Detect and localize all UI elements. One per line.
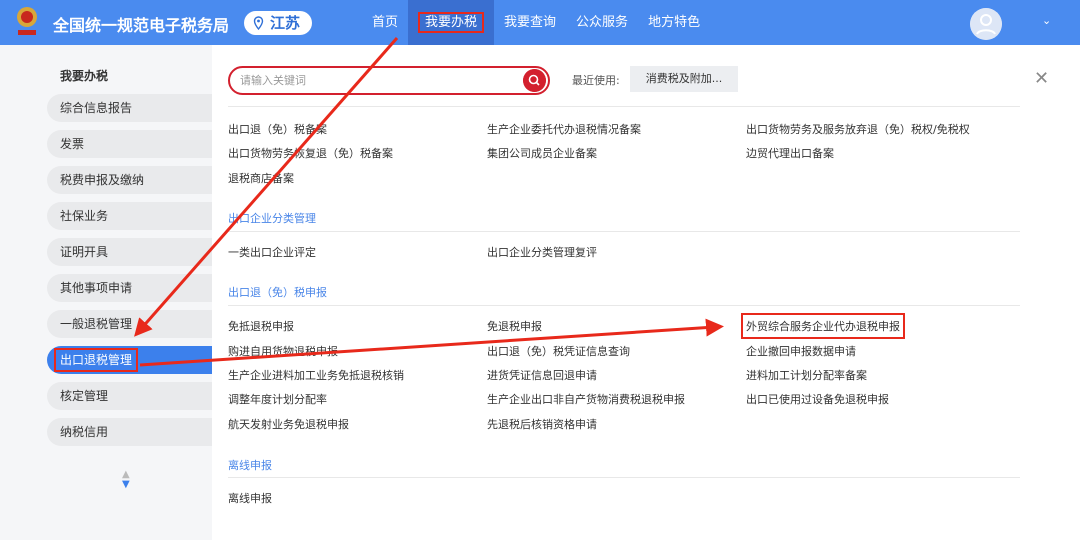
service-link[interactable]: 出口货物劳务及服务放弃退（免）税权/免税权 xyxy=(746,121,970,137)
sidebar-item[interactable]: 纳税信用 xyxy=(47,418,212,446)
service-link[interactable]: 集团公司成员企业备案 xyxy=(487,145,597,161)
nav-label: 我要办税 xyxy=(418,12,485,33)
service-link[interactable]: 购进自用货物退税申报 xyxy=(228,343,338,359)
service-link[interactable]: 生产企业出口非自产货物消费税退税申报 xyxy=(487,391,685,407)
sidebar-item[interactable]: 社保业务 xyxy=(47,202,212,230)
service-link[interactable]: 出口退（免）税凭证信息查询 xyxy=(487,343,630,359)
service-link[interactable]: 企业撤回申报数据申请 xyxy=(746,343,856,359)
divider xyxy=(228,106,1020,107)
nav-public-service[interactable]: 公众服务 xyxy=(566,0,638,45)
sidebar-item[interactable]: 证明开具 xyxy=(47,238,212,266)
sidebar-item[interactable]: 税费申报及缴纳 xyxy=(47,166,212,194)
nav-home[interactable]: 首页 xyxy=(362,0,408,45)
user-avatar[interactable] xyxy=(970,8,1002,40)
service-link[interactable]: 航天发射业务免退税申报 xyxy=(228,416,349,432)
service-link[interactable]: 出口货物劳务恢复退（免）税备案 xyxy=(228,145,393,161)
main-nav: 首页 我要办税 我要查询 公众服务 地方特色 xyxy=(362,0,710,45)
sidebar-item[interactable]: 其他事项申请 xyxy=(47,274,212,302)
sidebar: 我要办税 综合信息报告 发票 税费申报及缴纳 社保业务 证明开具 其他事项申请 … xyxy=(0,45,212,540)
sidebar-title: 我要办税 xyxy=(60,69,109,83)
service-link[interactable]: 进货凭证信息回退申请 xyxy=(487,367,597,383)
section-title: 出口退（免）税申报 xyxy=(228,286,327,299)
service-link[interactable]: 出口企业分类管理复评 xyxy=(487,244,597,260)
chevron-down-icon[interactable]: ⌄ xyxy=(1042,14,1051,27)
search-icon[interactable] xyxy=(523,69,546,92)
recent-item-button[interactable]: 消费税及附加... xyxy=(630,66,738,92)
service-link[interactable]: 出口已使用过设备免退税申报 xyxy=(746,391,889,407)
sidebar-item[interactable]: 核定管理 xyxy=(47,382,212,410)
location-pin-icon xyxy=(253,16,264,30)
divider xyxy=(228,305,1020,306)
service-link[interactable]: 边贸代理出口备案 xyxy=(746,145,834,161)
tax-emblem-logo xyxy=(17,7,37,35)
service-link[interactable]: 一类出口企业评定 xyxy=(228,244,316,260)
service-link[interactable]: 离线申报 xyxy=(228,490,272,506)
sidebar-item[interactable]: 发票 xyxy=(47,130,212,158)
region-selector[interactable]: 江苏 xyxy=(244,11,312,35)
nav-query[interactable]: 我要查询 xyxy=(494,0,566,45)
nav-tax-handling[interactable]: 我要办税 xyxy=(408,0,495,45)
service-link[interactable]: 免抵退税申报 xyxy=(228,318,294,334)
site-title: 全国统一规范电子税务局 xyxy=(53,16,230,35)
scroll-down-icon[interactable]: ▼ xyxy=(122,479,130,490)
search-input[interactable]: 请输入关键词 xyxy=(228,66,550,95)
sidebar-item[interactable]: 综合信息报告 xyxy=(47,94,212,122)
service-link[interactable]: 进料加工计划分配率备案 xyxy=(746,367,867,383)
close-icon[interactable]: ✕ xyxy=(1034,68,1049,89)
service-link[interactable]: 生产企业进料加工业务免抵退税核销 xyxy=(228,367,404,383)
region-label: 江苏 xyxy=(270,14,301,32)
nav-local-features[interactable]: 地方特色 xyxy=(638,0,710,45)
service-link[interactable]: 退税商店备案 xyxy=(228,170,294,186)
header: 全国统一规范电子税务局 江苏 首页 我要办税 我要查询 公众服务 地方特色 ⌄ xyxy=(0,0,1080,45)
service-link[interactable]: 免退税申报 xyxy=(487,318,542,334)
service-link[interactable]: 先退税后核销资格申请 xyxy=(487,416,597,432)
sidebar-scroll-arrows[interactable]: ▲ ▼ xyxy=(122,470,130,490)
service-link[interactable]: 出口退（免）税备案 xyxy=(228,121,327,137)
service-link[interactable]: 调整年度计划分配率 xyxy=(228,391,327,407)
divider xyxy=(228,477,1020,478)
sidebar-item[interactable]: 一般退税管理 xyxy=(47,310,212,338)
service-link[interactable]: 生产企业委托代办退税情况备案 xyxy=(487,121,641,137)
divider xyxy=(228,231,1020,232)
sidebar-item-label: 出口退税管理 xyxy=(54,348,139,372)
service-link-foreign-trade-refund[interactable]: 外贸综合服务企业代办退税申报 xyxy=(741,313,905,339)
sidebar-item-export-refund[interactable]: 出口退税管理 xyxy=(47,346,212,374)
search-placeholder: 请输入关键词 xyxy=(240,74,306,87)
section-title: 出口企业分类管理 xyxy=(228,212,316,225)
recent-label: 最近使用: xyxy=(572,74,620,87)
section-title: 离线申报 xyxy=(228,459,272,472)
